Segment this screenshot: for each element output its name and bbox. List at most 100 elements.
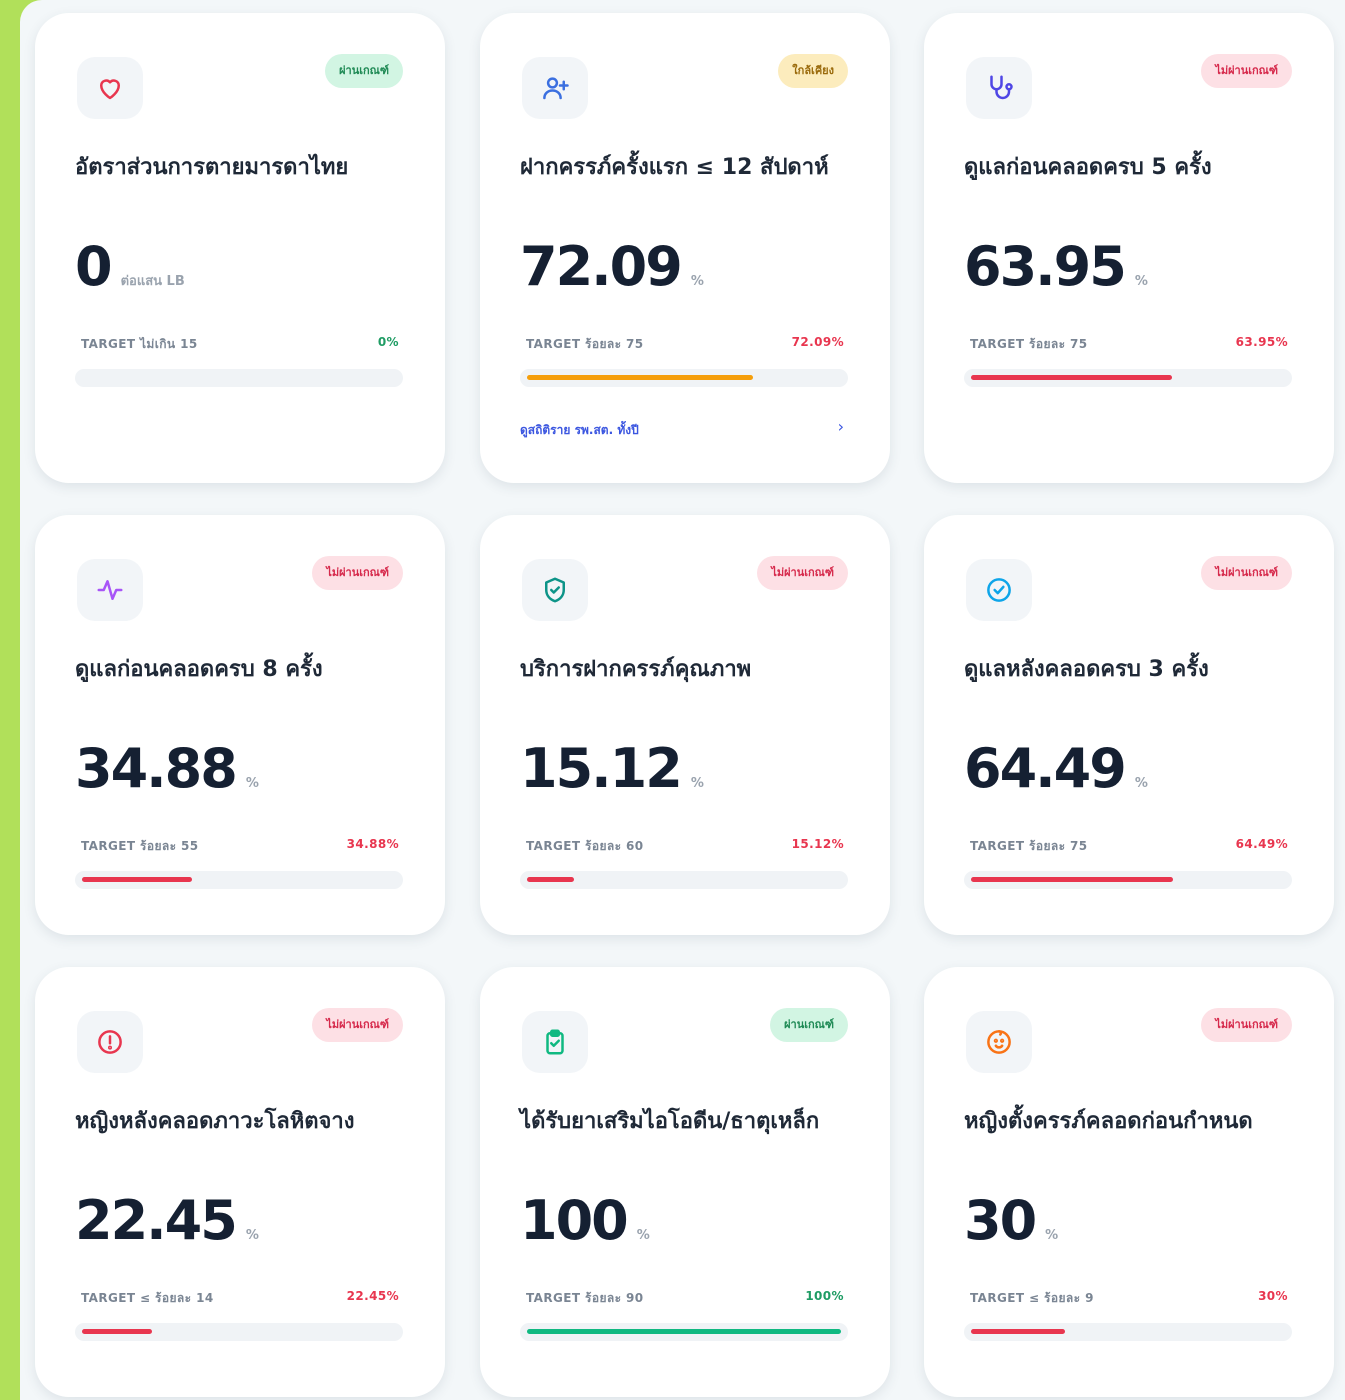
kpi-icon-box	[522, 559, 588, 621]
kpi-unit: ต่อแสน LB	[120, 274, 185, 289]
status-badge: ไม่ผ่านเกณฑ์	[1201, 54, 1292, 88]
kpi-unit: %	[245, 1228, 259, 1243]
kpi-unit: %	[1134, 274, 1148, 289]
kpi-title: หญิงตั้งครรภ์คลอดก่อนกำหนด	[964, 1109, 1253, 1134]
status-badge: ไม่ผ่านเกณฑ์	[1201, 1008, 1292, 1042]
progress-track	[520, 1323, 848, 1341]
status-badge: ไม่ผ่านเกณฑ์	[312, 1008, 403, 1042]
progress-fill	[527, 877, 575, 882]
progress-fill	[971, 877, 1174, 882]
kpi-icon-box	[77, 57, 143, 119]
progress-track	[964, 369, 1292, 387]
kpi-value: 64.49	[964, 737, 1127, 800]
kpi-card: ไม่ผ่านเกณฑ์หญิงตั้งครรภ์คลอดก่อนกำหนด 30…	[924, 967, 1334, 1397]
kpi-icon-box	[966, 57, 1032, 119]
kpi-unit: %	[690, 274, 704, 289]
kpi-icon-box	[522, 1011, 588, 1073]
kpi-value-row: 34.88%	[75, 737, 259, 800]
status-badge: ไม่ผ่านเกณฑ์	[757, 556, 848, 590]
kpi-target: TARGET ร้อยละ 90	[526, 1291, 644, 1305]
chevron-right-icon[interactable]: ›	[838, 417, 844, 436]
kpi-card: ไม่ผ่านเกณฑ์หญิงหลังคลอดภาวะโลหิตจาง 22.4…	[35, 967, 445, 1397]
progress-fill	[82, 877, 192, 882]
kpi-value-row: 63.95%	[964, 235, 1148, 298]
kpi-value: 63.95	[964, 235, 1127, 298]
kpi-target: TARGET ร้อยละ 55	[81, 839, 199, 853]
kpi-unit: %	[636, 1228, 650, 1243]
kpi-card: ผ่านเกณฑ์ได้รับยาเสริมไอโอดีน/ธาตุเหล็ก 1…	[480, 967, 890, 1397]
kpi-target: TARGET ร้อยละ 75	[526, 337, 644, 351]
kpi-value: 15.12	[520, 737, 683, 800]
kpi-value: 100	[520, 1189, 629, 1252]
kpi-title: ดูแลก่อนคลอดครบ 5 ครั้ง	[964, 155, 1212, 180]
progress-track	[520, 871, 848, 889]
kpi-target: TARGET ≤ ร้อยละ 9	[970, 1291, 1094, 1305]
clipboard-check-icon	[546, 1029, 564, 1055]
shield-check-icon	[545, 577, 565, 603]
kpi-card: ใกล้เคียงฝากครรภ์ครั้งแรก ≤ 12 สัปดาห์ 72…	[480, 13, 890, 483]
kpi-title: ฝากครรภ์ครั้งแรก ≤ 12 สัปดาห์	[520, 155, 829, 180]
kpi-percent: 34.88%	[346, 837, 399, 851]
kpi-icon-box	[966, 1011, 1032, 1073]
kpi-target: TARGET ≤ ร้อยละ 14	[81, 1291, 214, 1305]
kpi-icon-box	[522, 57, 588, 119]
kpi-value: 34.88	[75, 737, 238, 800]
kpi-title: ดูแลหลังคลอดครบ 3 ครั้ง	[964, 657, 1209, 682]
progress-track	[520, 369, 848, 387]
kpi-value: 22.45	[75, 1189, 238, 1252]
kpi-target: TARGET ร้อยละ 75	[970, 839, 1088, 853]
progress-track	[964, 1323, 1292, 1341]
kpi-value-row: 30%	[964, 1189, 1058, 1252]
kpi-value-row: 100%	[520, 1189, 650, 1252]
kpi-percent: 63.95%	[1235, 335, 1288, 349]
kpi-value-row: 64.49%	[964, 737, 1148, 800]
progress-track	[75, 1323, 403, 1341]
alert-circle-icon	[98, 1030, 122, 1054]
progress-track	[964, 871, 1292, 889]
kpi-icon-box	[966, 559, 1032, 621]
stats-link[interactable]: ดูสถิติราย รพ.สต. ทั้งปี	[520, 421, 639, 440]
progress-fill	[527, 1329, 841, 1334]
progress-fill	[527, 375, 754, 380]
kpi-value-row: 72.09%	[520, 235, 704, 298]
stethoscope-icon	[990, 75, 1013, 100]
kpi-percent: 22.45%	[346, 1289, 399, 1303]
baby-icon	[987, 1030, 1011, 1054]
activity-icon	[97, 580, 123, 600]
status-badge: ผ่านเกณฑ์	[770, 1008, 848, 1042]
status-badge: ผ่านเกณฑ์	[325, 54, 403, 88]
kpi-value-row: 0 ต่อแสน LB	[75, 235, 185, 298]
progress-track	[75, 871, 403, 889]
kpi-target: TARGET ร้อยละ 60	[526, 839, 644, 853]
kpi-unit: %	[245, 776, 259, 791]
kpi-card: ไม่ผ่านเกณฑ์บริการฝากครรภ์คุณภาพ 15.12% TA…	[480, 515, 890, 935]
kpi-icon-box	[77, 559, 143, 621]
kpi-card: ไม่ผ่านเกณฑ์ ดูแลก่อนคลอดครบ 8 ครั้ง 34.88…	[35, 515, 445, 935]
progress-fill	[82, 1329, 153, 1334]
kpi-target: TARGET ไม่เกิน 15	[81, 337, 198, 351]
kpi-title: ได้รับยาเสริมไอโอดีน/ธาตุเหล็ก	[520, 1109, 820, 1134]
status-badge: ใกล้เคียง	[778, 54, 848, 88]
kpi-target: TARGET ร้อยละ 75	[970, 337, 1088, 351]
kpi-percent: 64.49%	[1235, 837, 1288, 851]
status-badge: ไม่ผ่านเกณฑ์	[1201, 556, 1292, 590]
kpi-percent: 15.12%	[791, 837, 844, 851]
kpi-value-row: 15.12%	[520, 737, 704, 800]
kpi-title: บริการฝากครรภ์คุณภาพ	[520, 657, 752, 682]
kpi-value: 72.09	[520, 235, 683, 298]
kpi-percent: 100%	[805, 1289, 844, 1303]
kpi-unit: %	[1045, 1228, 1059, 1243]
kpi-value: 30	[964, 1189, 1037, 1252]
kpi-icon-box	[77, 1011, 143, 1073]
kpi-title: หญิงหลังคลอดภาวะโลหิตจาง	[75, 1109, 355, 1134]
kpi-card: ผ่านเกณฑ์ อัตราส่วนการตายมารดาไทย 0 ต่อแสน …	[35, 13, 445, 483]
heart-icon	[100, 79, 120, 100]
progress-fill	[971, 375, 1172, 380]
user-plus-icon	[543, 77, 569, 100]
kpi-percent: 30%	[1258, 1289, 1288, 1303]
progress-fill	[971, 1329, 1066, 1334]
kpi-percent: 0%	[377, 335, 399, 349]
kpi-title: ดูแลก่อนคลอดครบ 8 ครั้ง	[75, 657, 323, 682]
kpi-value: 0	[75, 235, 113, 298]
kpi-percent: 72.09%	[791, 335, 844, 349]
